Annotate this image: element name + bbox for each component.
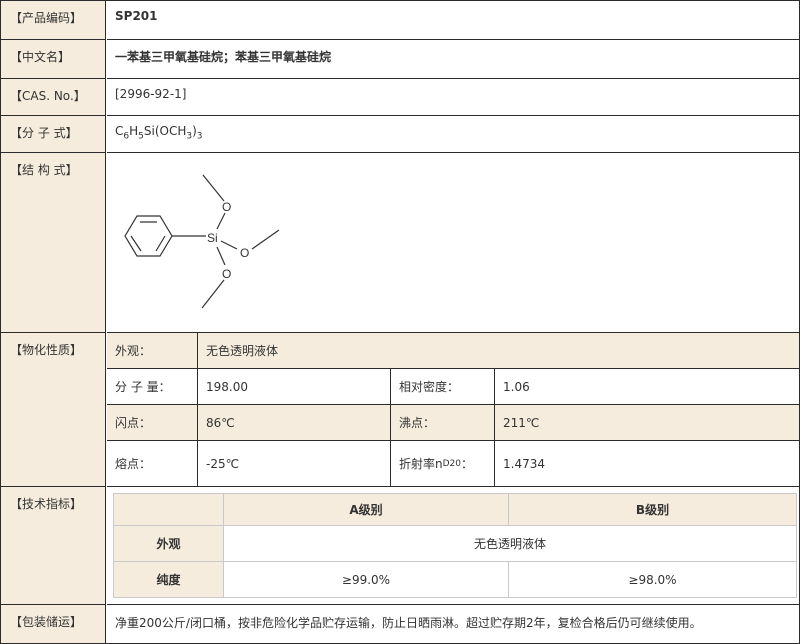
atom-o-bottom: O: [222, 267, 231, 281]
prop-melt-value: -25℃: [198, 441, 391, 487]
prop-mw-label: 分 子 量：: [107, 369, 198, 405]
label-structure: 【结 构 式】: [1, 153, 106, 333]
spec-col-a-header: A级别: [223, 493, 509, 526]
prop-mw-value: 198.00: [198, 369, 391, 405]
structure-diagram: Si O O O: [124, 174, 280, 309]
spec-appearance-value: 无色透明液体: [223, 525, 797, 562]
label-formula: 【分 子 式】: [1, 116, 106, 153]
atom-o-right: O: [240, 246, 249, 260]
prop-boil-label: 沸点：: [391, 405, 495, 441]
label-packaging: 【包装储运】: [1, 605, 106, 643]
label-chinese-name: 【中文名】: [1, 40, 106, 79]
spec-purity-label: 纯度: [113, 561, 224, 598]
prop-appearance-label: 外观：: [107, 333, 198, 369]
label-product-code: 【产品编码】: [1, 1, 106, 40]
atom-o-top: O: [222, 200, 231, 214]
value-cas-no: [2996-92-1]: [107, 79, 799, 116]
prop-density-label: 相对密度：: [391, 369, 495, 405]
value-chinese-name: 一苯基三甲氧基硅烷；苯基三甲氧基硅烷: [107, 40, 799, 79]
ring-double-bond: [155, 235, 166, 252]
label-cas-no: 【CAS. No.】: [1, 79, 106, 116]
label-properties: 【物化性质】: [1, 333, 106, 487]
spec-purity-a: ≥99.0%: [223, 561, 509, 598]
bond-si-o-top: [216, 212, 226, 230]
spec-appearance-label: 外观: [113, 525, 224, 562]
bond-o-methyl-top: [202, 174, 225, 202]
prop-refractive-label: 折射率n D 20：: [391, 441, 495, 487]
prop-boil-value: 211℃: [495, 405, 799, 441]
prop-refractive-value: 1.4734: [495, 441, 799, 487]
bond-si-o-right: [220, 240, 238, 250]
prop-melt-label: 熔点：: [107, 441, 198, 487]
atom-si: Si: [207, 231, 218, 245]
prop-appearance-value: 无色透明液体: [198, 333, 799, 369]
product-spec-sheet: 【产品编码】 SP201 【中文名】 一苯基三甲氧基硅烷；苯基三甲氧基硅烷 【C…: [0, 0, 800, 644]
bond-o-methyl-right: [251, 229, 280, 250]
spec-table: A级别 B级别 外观 无色透明液体 纯度 ≥99.0% ≥98.0%: [113, 493, 797, 598]
label-specifications: 【技术指标】: [1, 487, 106, 605]
structure-panel: Si O O O: [107, 153, 799, 333]
spec-corner-cell: [113, 493, 224, 526]
prop-flash-value: 86℃: [198, 405, 391, 441]
bond-o-methyl-bottom: [201, 279, 225, 309]
prop-flash-label: 闪点：: [107, 405, 198, 441]
prop-density-value: 1.06: [495, 369, 799, 405]
value-formula: C6H5Si(OCH3)3: [107, 116, 799, 153]
value-packaging: 净重200公斤/闭口桶，按非危险化学品贮存运输，防止日晒雨淋。超过贮存期2年，复…: [115, 616, 702, 630]
spec-col-b-header: B级别: [508, 493, 797, 526]
spec-purity-b: ≥98.0%: [508, 561, 797, 598]
spec-panel: A级别 B级别 外观 无色透明液体 纯度 ≥99.0% ≥98.0%: [107, 487, 799, 605]
value-product-code: SP201: [107, 1, 799, 40]
bond-si-o-bottom: [216, 246, 226, 266]
